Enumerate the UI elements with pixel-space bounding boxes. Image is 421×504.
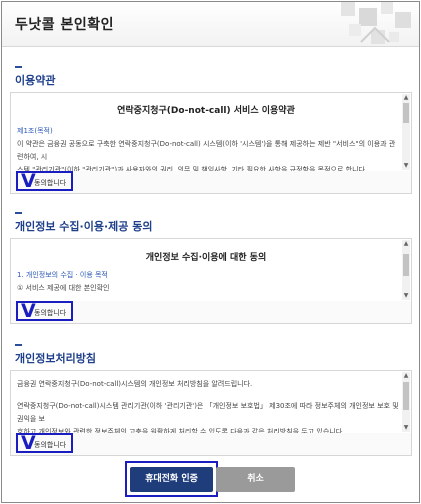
- agree-checkbox-terms[interactable]: V 동의합니다: [16, 170, 73, 192]
- section-marker: [15, 66, 22, 68]
- scroll-up-icon[interactable]: ▲: [402, 240, 410, 248]
- agree-checkbox-privacy-policy[interactable]: V 동의합니다: [16, 432, 73, 454]
- agree-checkbox-privacy-consent[interactable]: V 동의합니다: [16, 300, 73, 322]
- verification-window: 두낫콜 본인확인 이용약관 연락중지청구(Do-not-call) 서비스 이용…: [1, 1, 420, 503]
- terms-line: 이 약관은 금융권 공동으로 구축한 연락중지청구(Do-not-call) 시…: [17, 140, 396, 161]
- page-title: 두낫콜 본인확인: [15, 17, 115, 33]
- scrollbar-thumb[interactable]: [403, 382, 409, 410]
- section-marker: [15, 212, 22, 214]
- terms-article-heading: 제1조(목적): [17, 127, 53, 135]
- scrollbar-thumb[interactable]: [403, 254, 409, 276]
- terms-body: 제1조(목적) 이 약관은 금융권 공동으로 구축한 연락중지청구(Do-not…: [17, 125, 401, 171]
- agree-row-terms: V 동의합니다: [10, 170, 412, 194]
- agree-row-privacy-consent: V 동의합니다: [10, 300, 412, 324]
- privacy-policy-line: 금융권 연락중지청구(Do-not-call)시스템의 개인정보 처리방침을 알…: [17, 380, 253, 388]
- section-title-privacy-consent: 개인정보 수집·이용·제공 동의: [15, 220, 153, 233]
- privacy-consent-line: ① 서비스 제공에 대한 본인확인: [17, 284, 110, 292]
- section-title-privacy-policy: 개인정보처리방침: [15, 352, 96, 365]
- agree-label: 동의합니다: [34, 309, 67, 317]
- terms-textbox[interactable]: 연락중지청구(Do-not-call) 서비스 이용약관 제1조(목적) 이 약…: [10, 92, 412, 172]
- section-marker: [15, 344, 22, 346]
- cancel-button[interactable]: 취소: [216, 467, 295, 492]
- agree-label: 동의합니다: [34, 441, 67, 449]
- privacy-consent-heading: 1. 개인정보의 수집 · 이용 목적: [17, 271, 108, 279]
- privacy-policy-textbox[interactable]: 금융권 연락중지청구(Do-not-call)시스템의 개인정보 처리방침을 알…: [10, 370, 412, 434]
- privacy-policy-line: 연락중지청구(Do-not-call)시스템 관리기관(이하 '관리기관')은 …: [17, 402, 399, 423]
- scroll-down-icon[interactable]: ▼: [402, 292, 410, 300]
- scroll-up-icon[interactable]: ▲: [402, 372, 410, 380]
- terms-doc-title: 연락중지청구(Do-not-call) 서비스 이용약관: [117, 106, 295, 116]
- scroll-down-icon[interactable]: ▼: [402, 162, 410, 170]
- agree-row-privacy-policy: V 동의합니다: [10, 432, 412, 456]
- privacy-consent-body: 1. 개인정보의 수집 · 이용 목적 ① 서비스 제공에 대한 본인확인: [17, 269, 401, 295]
- section-title-terms: 이용약관: [15, 74, 56, 87]
- scrollbar[interactable]: ▲ ▼: [402, 240, 410, 300]
- phone-verification-button[interactable]: 휴대전화 인증: [130, 467, 213, 492]
- privacy-consent-doc-title: 개인정보 수집·이용에 대한 동의: [145, 253, 267, 263]
- scrollbar[interactable]: ▲ ▼: [402, 94, 410, 170]
- privacy-policy-body: 금융권 연락중지청구(Do-not-call)시스템의 개인정보 처리방침을 알…: [17, 378, 401, 433]
- scrollbar[interactable]: ▲ ▼: [402, 372, 410, 432]
- agree-label: 동의합니다: [34, 179, 67, 187]
- scroll-down-icon[interactable]: ▼: [402, 424, 410, 432]
- header-bar: 두낫콜 본인확인: [2, 2, 419, 47]
- privacy-consent-textbox[interactable]: 개인정보 수집·이용에 대한 동의 1. 개인정보의 수집 · 이용 목적 ① …: [10, 238, 412, 302]
- decorative-pattern-icon: [341, 2, 411, 44]
- scroll-up-icon[interactable]: ▲: [402, 94, 410, 102]
- scrollbar-thumb[interactable]: [403, 103, 409, 123]
